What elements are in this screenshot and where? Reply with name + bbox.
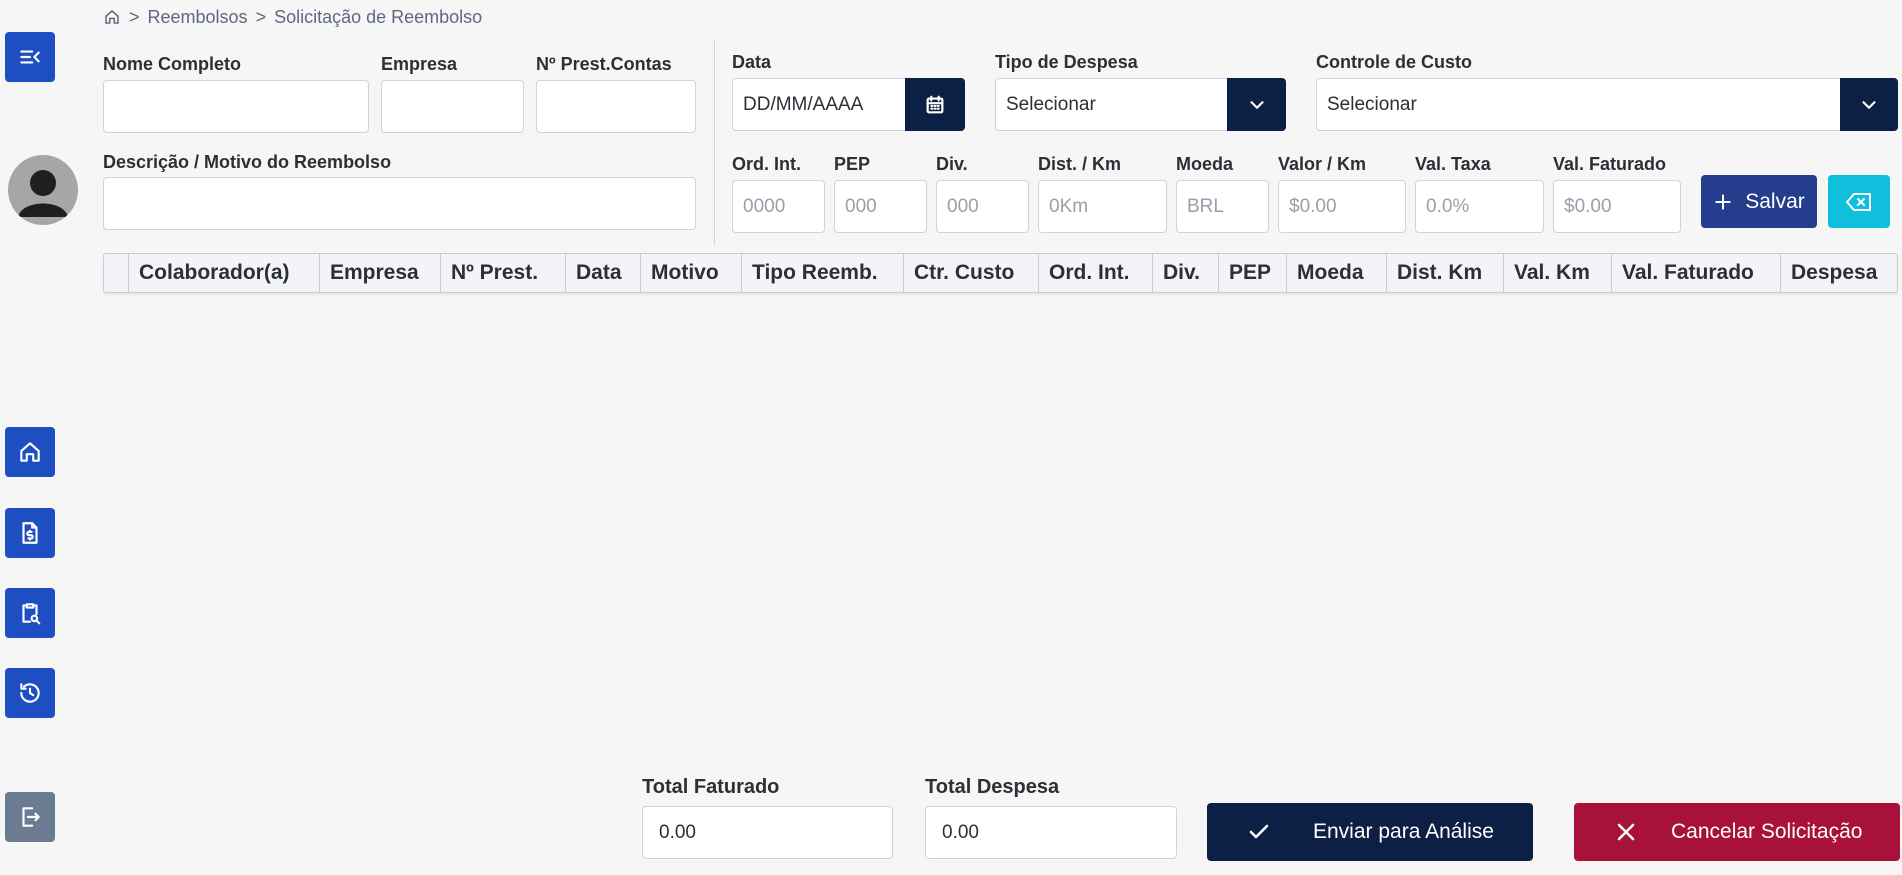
- cancel-button-label: Cancelar Solicitação: [1671, 820, 1863, 843]
- breadcrumb-separator: >: [129, 6, 140, 27]
- total-faturado-field: 0.00: [642, 806, 893, 859]
- ord-int-label: Ord. Int.: [732, 154, 801, 174]
- column-header[interactable]: Val. Faturado: [1612, 254, 1781, 292]
- clipboard-search-icon: [22, 603, 41, 625]
- empresa-input[interactable]: [381, 80, 524, 133]
- column-header[interactable]: Motivo: [641, 254, 742, 292]
- tipo-despesa-dropdown-button[interactable]: [1227, 78, 1286, 131]
- home-icon: [20, 442, 40, 462]
- data-input[interactable]: DD/MM/AAAA: [732, 78, 906, 131]
- div-label: Div.: [936, 154, 968, 174]
- nav-history-button[interactable]: [5, 668, 55, 718]
- nav-analysis-button[interactable]: [5, 588, 55, 638]
- column-header[interactable]: Despesa: [1781, 254, 1897, 292]
- column-header[interactable]: Ord. Int.: [1039, 254, 1153, 292]
- column-header[interactable]: Val. Km: [1504, 254, 1612, 292]
- total-faturado-label: Total Faturado: [642, 776, 780, 798]
- total-despesa-label: Total Despesa: [925, 776, 1060, 798]
- chevron-down-icon: [1862, 100, 1876, 109]
- logout-icon: [22, 807, 40, 827]
- prest-contas-label: Nº Prest.Contas: [536, 54, 672, 74]
- controle-custo-label: Controle de Custo: [1316, 52, 1472, 72]
- backspace-icon: [1846, 192, 1871, 211]
- controle-custo-select[interactable]: Selecionar: [1316, 78, 1841, 131]
- nav-reimbursement-button[interactable]: [5, 508, 55, 558]
- column-header[interactable]: Moeda: [1287, 254, 1387, 292]
- column-header[interactable]: Ctr. Custo: [904, 254, 1039, 292]
- data-placeholder: DD/MM/AAAA: [743, 93, 864, 115]
- prest-contas-input[interactable]: [536, 80, 696, 133]
- document-dollar-icon: [22, 522, 38, 544]
- tipo-despesa-select[interactable]: Selecionar: [995, 78, 1228, 131]
- valor-km-label: Valor / Km: [1278, 154, 1367, 174]
- save-button[interactable]: Salvar: [1701, 175, 1817, 228]
- val-taxa-input[interactable]: 0.0%: [1415, 180, 1544, 233]
- select-column-header[interactable]: [104, 254, 129, 292]
- close-icon: [1617, 823, 1635, 841]
- collapse-menu-button[interactable]: [5, 32, 55, 82]
- reimbursement-table-header: Colaborador(a) Empresa Nº Prest. Data Mo…: [103, 253, 1898, 293]
- column-header[interactable]: Data: [566, 254, 641, 292]
- column-header[interactable]: Div.: [1153, 254, 1219, 292]
- empresa-label: Empresa: [381, 54, 458, 74]
- breadcrumb-current: Solicitação de Reembolso: [274, 6, 483, 27]
- home-icon[interactable]: [103, 8, 121, 26]
- valor-km-input[interactable]: $0.00: [1278, 180, 1406, 233]
- column-header[interactable]: Colaborador(a): [129, 254, 320, 292]
- val-faturado-input[interactable]: $0.00: [1553, 180, 1681, 233]
- vertical-divider: [714, 40, 715, 245]
- calendar-icon: [926, 95, 944, 113]
- cancel-request-button[interactable]: Cancelar Solicitação: [1574, 803, 1900, 861]
- submit-for-analysis-button[interactable]: Enviar para Análise: [1207, 803, 1533, 861]
- clear-button[interactable]: [1828, 175, 1890, 228]
- dist-km-input[interactable]: 0Km: [1038, 180, 1167, 233]
- pep-label: PEP: [834, 154, 871, 174]
- column-header[interactable]: Dist. Km: [1387, 254, 1504, 292]
- breadcrumb-reembolsos[interactable]: Reembolsos: [148, 7, 248, 28]
- val-faturado-label: Val. Faturado: [1553, 154, 1667, 174]
- breadcrumb: > Reembolsos > Solicitação de Reembolso: [103, 6, 482, 28]
- div-input[interactable]: 000: [936, 180, 1029, 233]
- calendar-button[interactable]: [905, 78, 965, 131]
- descricao-label: Descrição / Motivo do Reembolso: [103, 152, 392, 172]
- sidebar: [0, 0, 78, 875]
- column-header[interactable]: Empresa: [320, 254, 441, 292]
- tipo-despesa-label: Tipo de Despesa: [995, 52, 1138, 72]
- check-icon: [1249, 824, 1269, 839]
- submit-button-label: Enviar para Análise: [1313, 820, 1494, 843]
- history-icon: [20, 683, 40, 703]
- dist-km-label: Dist. / Km: [1038, 154, 1122, 174]
- moeda-input[interactable]: BRL: [1176, 180, 1269, 233]
- user-avatar-icon: [18, 170, 68, 217]
- ord-int-input[interactable]: 0000: [732, 180, 825, 233]
- nome-completo-input[interactable]: [103, 80, 369, 133]
- val-taxa-label: Val. Taxa: [1415, 154, 1491, 174]
- nome-completo-label: Nome Completo: [103, 54, 242, 74]
- column-header[interactable]: Tipo Reemb.: [742, 254, 904, 292]
- moeda-label: Moeda: [1176, 154, 1234, 174]
- controle-custo-dropdown-button[interactable]: [1840, 78, 1898, 131]
- nav-home-button[interactable]: [5, 427, 55, 477]
- descricao-input[interactable]: [103, 177, 696, 230]
- pep-input[interactable]: 000: [834, 180, 927, 233]
- plus-icon: [1715, 193, 1731, 210]
- total-despesa-field: 0.00: [925, 806, 1177, 859]
- chevron-down-icon: [1249, 100, 1264, 109]
- save-button-label: Salvar: [1745, 189, 1805, 213]
- data-label: Data: [732, 52, 772, 72]
- breadcrumb-separator: >: [255, 6, 267, 27]
- collapse-menu-icon: [20, 50, 40, 64]
- column-header[interactable]: Nº Prest.: [441, 254, 566, 292]
- avatar[interactable]: [8, 155, 78, 225]
- logout-button[interactable]: [5, 792, 55, 842]
- column-header[interactable]: PEP: [1219, 254, 1287, 292]
